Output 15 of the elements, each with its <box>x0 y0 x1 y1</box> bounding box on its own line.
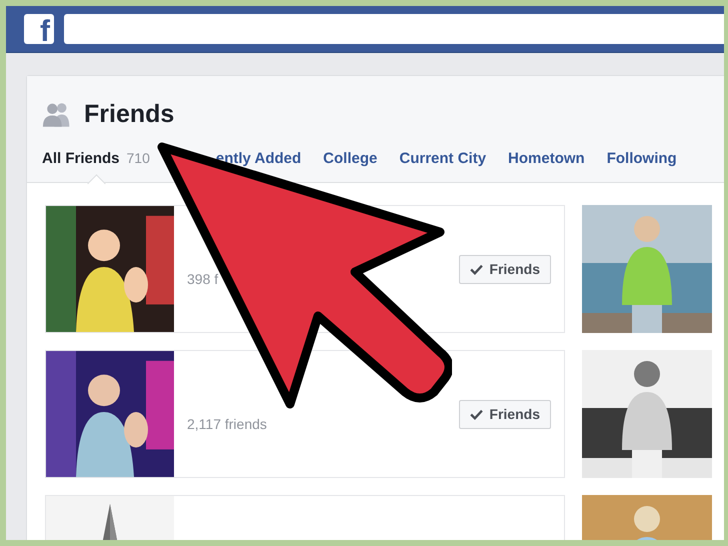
tab[interactable]: College <box>323 150 378 166</box>
logo[interactable]: f <box>24 14 54 44</box>
friends-button[interactable]: Friends <box>459 400 551 428</box>
friends-button[interactable]: Friends <box>459 254 551 284</box>
search-field[interactable] <box>64 14 724 44</box>
section-title: Friends <box>84 100 174 128</box>
friend-count: 398 f <box>187 271 218 287</box>
tab[interactable]: All Friends <box>42 150 120 166</box>
check-icon <box>470 264 484 274</box>
tab[interactable]: Current City <box>399 150 486 166</box>
tab[interactable]: Following <box>606 150 677 166</box>
tab[interactable]: Hometown <box>508 150 585 166</box>
friend-count: 2,117 friends <box>187 416 267 432</box>
check-icon <box>470 408 484 420</box>
friend-count: 710 <box>126 150 150 166</box>
